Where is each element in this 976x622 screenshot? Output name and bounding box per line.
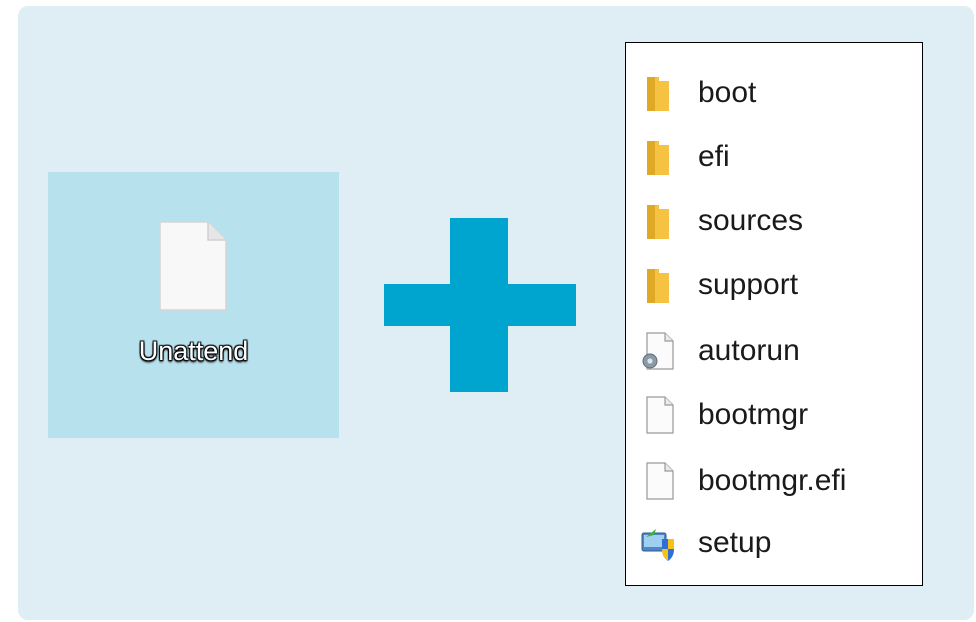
list-item-setup[interactable]: setup bbox=[640, 523, 771, 563]
settings-file-icon bbox=[640, 331, 676, 371]
list-item-bootmgr[interactable]: bootmgr bbox=[640, 395, 808, 435]
unattend-file-label[interactable]: Unattend bbox=[48, 336, 339, 367]
list-item-label: efi bbox=[698, 140, 730, 173]
blank-file-icon bbox=[640, 461, 676, 501]
unattend-file-icon[interactable] bbox=[158, 220, 228, 312]
list-item-sources[interactable]: sources bbox=[640, 201, 803, 241]
setup-shield-icon bbox=[640, 523, 676, 563]
list-item-autorun[interactable]: autorun bbox=[640, 331, 800, 371]
list-item-label: boot bbox=[698, 76, 757, 109]
iso-file-list: boot efi sources support autorun bootmgr… bbox=[625, 42, 923, 586]
list-item-efi[interactable]: efi bbox=[640, 137, 730, 177]
plus-icon-bar bbox=[384, 284, 576, 326]
list-item-bootmgr-efi[interactable]: bootmgr.efi bbox=[640, 461, 846, 501]
folder-icon bbox=[640, 73, 676, 113]
blank-file-icon bbox=[640, 395, 676, 435]
list-item-label: support bbox=[698, 268, 799, 301]
folder-icon bbox=[640, 265, 676, 305]
folder-icon bbox=[640, 137, 676, 177]
list-item-label: setup bbox=[698, 526, 772, 559]
list-item-label: autorun bbox=[698, 334, 800, 367]
list-item-label: bootmgr bbox=[698, 398, 809, 431]
list-item-label: sources bbox=[698, 204, 804, 237]
list-item-boot[interactable]: boot bbox=[640, 73, 756, 113]
list-item-label: bootmgr.efi bbox=[698, 464, 847, 497]
folder-icon bbox=[640, 201, 676, 241]
list-item-support[interactable]: support bbox=[640, 265, 798, 305]
